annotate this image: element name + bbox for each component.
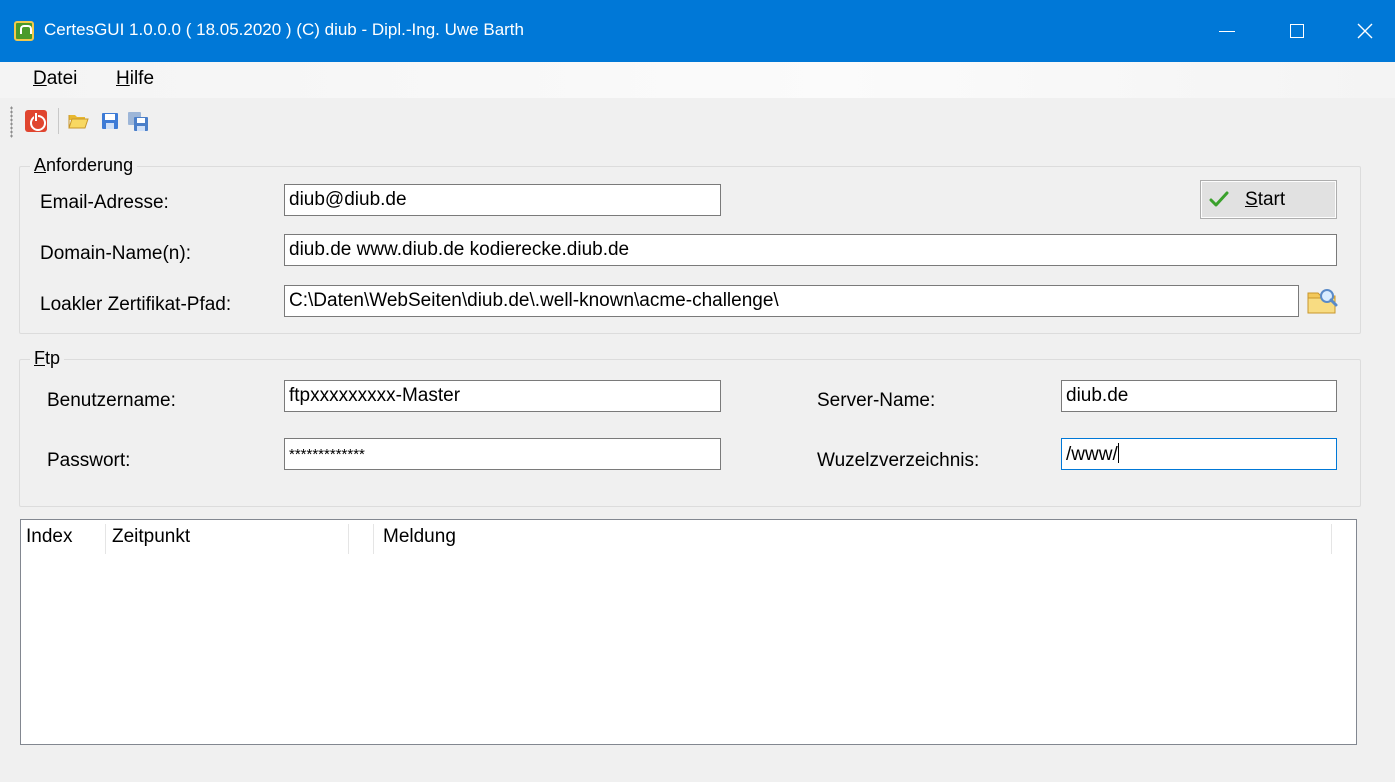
start-button-label: Start bbox=[1245, 189, 1286, 210]
checkmark-icon bbox=[1209, 191, 1229, 207]
ftp-legend: Ftp bbox=[30, 348, 65, 369]
toolbar-separator bbox=[58, 108, 59, 134]
path-field[interactable]: C:\Daten\WebSeiten\diub.de\.well-known\a… bbox=[284, 285, 1299, 317]
server-field[interactable]: diub.de bbox=[1061, 380, 1337, 412]
server-label: Server-Name: bbox=[817, 390, 936, 411]
close-button[interactable] bbox=[1335, 0, 1395, 62]
window-title: CertesGUI 1.0.0.0 ( 18.05.2020 ) (C) diu… bbox=[44, 20, 524, 39]
column-divider[interactable] bbox=[373, 524, 374, 554]
path-label: Loakler Zertifikat-Pfad: bbox=[40, 294, 232, 315]
column-divider[interactable] bbox=[105, 524, 106, 554]
user-label: Benutzername: bbox=[47, 390, 176, 411]
menu-datei[interactable]: Datei bbox=[33, 68, 77, 90]
column-zeitpunkt[interactable]: Zeitpunkt bbox=[112, 526, 190, 548]
save-all-icon[interactable] bbox=[127, 110, 149, 132]
column-meldung[interactable]: Meldung bbox=[383, 526, 456, 548]
minimize-button[interactable] bbox=[1197, 0, 1257, 62]
open-folder-icon[interactable] bbox=[67, 110, 89, 132]
menu-hilfe[interactable]: Hilfe bbox=[116, 68, 154, 90]
minimize-icon bbox=[1219, 30, 1235, 32]
root-dir-label: Wuzelzverzeichnis: bbox=[817, 450, 980, 471]
toolbar bbox=[0, 98, 1395, 146]
menu-bar: Datei Hilfe bbox=[0, 62, 1395, 98]
save-icon[interactable] bbox=[99, 110, 121, 132]
maximize-button[interactable] bbox=[1267, 0, 1327, 62]
app-lock-icon[interactable] bbox=[14, 21, 34, 41]
start-button[interactable]: Start bbox=[1200, 180, 1337, 219]
title-bar[interactable]: CertesGUI 1.0.0.0 ( 18.05.2020 ) (C) diu… bbox=[0, 0, 1395, 62]
domain-label: Domain-Name(n): bbox=[40, 243, 191, 264]
log-listview[interactable]: Index Zeitpunkt Meldung bbox=[20, 519, 1357, 745]
toolbar-grip[interactable] bbox=[10, 106, 13, 138]
column-index[interactable]: Index bbox=[26, 526, 72, 548]
domain-field[interactable]: diub.de www.diub.de kodierecke.diub.de bbox=[284, 234, 1337, 266]
email-label: Email-Adresse: bbox=[40, 192, 169, 213]
close-icon bbox=[1357, 23, 1373, 39]
column-divider[interactable] bbox=[1331, 524, 1332, 554]
text-caret bbox=[1117, 443, 1119, 463]
anforderung-legend: Anforderung bbox=[30, 155, 138, 176]
browse-folder-icon[interactable] bbox=[1305, 285, 1339, 317]
root-dir-field[interactable]: /www/ bbox=[1061, 438, 1337, 470]
maximize-icon bbox=[1290, 24, 1304, 38]
user-field[interactable]: ftpxxxxxxxxx-Master bbox=[284, 380, 721, 412]
password-label: Passwort: bbox=[47, 450, 131, 471]
log-header: Index Zeitpunkt Meldung bbox=[21, 520, 1356, 556]
column-divider[interactable] bbox=[348, 524, 349, 554]
power-icon[interactable] bbox=[25, 110, 47, 132]
password-field[interactable]: ************* bbox=[284, 438, 721, 470]
email-field[interactable]: diub@diub.de bbox=[284, 184, 721, 216]
